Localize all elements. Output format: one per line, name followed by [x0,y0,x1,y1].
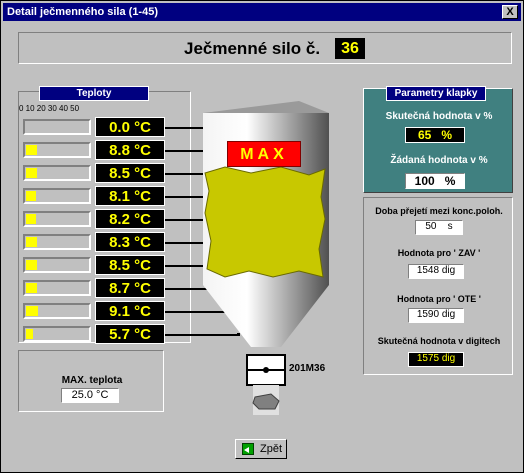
target-percent-field[interactable]: 100 % [405,173,465,189]
close-button[interactable]: X [502,5,518,19]
temperature-bar-fill [26,237,37,247]
detail-window: Detail ječmenného sila (1-45) X Ječmenné… [0,0,524,473]
back-arrow-icon [242,443,254,455]
window-title: Detail ječmenného sila (1-45) [7,6,158,18]
temperature-bar [23,142,91,158]
temperature-bar [23,280,91,296]
temperature-bar [23,234,91,250]
temperature-display: 8.8 °C [95,140,165,160]
title-bar: Detail ječmenného sila (1-45) X [3,3,521,21]
temperature-scale: 0 10 20 30 40 50 [19,104,80,113]
target-percent-unit: % [444,174,456,188]
silo-cone [203,285,329,347]
open-value-label: Hodnota pro ' OTE ' [397,294,481,304]
temperature-bar-fill [26,306,38,316]
header-panel: Ječmenné silo č. 36 [18,32,512,64]
target-percent-label: Žádaná hodnota v % [390,155,488,166]
temperature-bar [23,188,91,204]
temperature-bar [23,165,91,181]
temperature-display: 8.5 °C [95,163,165,183]
page-title: Ječmenné silo č. [184,39,321,58]
temperature-bar [23,211,91,227]
max-temperature-label: MAX. teplota [61,375,123,386]
max-temperature-panel: MAX. teplota 25.0 °C [18,350,164,412]
valve-parameters-panel: Skutečná hodnota v % 65 % Žádaná hodnota… [363,88,513,193]
actual-digits-display: 1575 dig [408,352,464,367]
transfer-time-value: 50 [425,221,437,232]
temperature-bar-fill [26,260,37,270]
temperature-display: 5.7 °C [95,324,165,344]
back-button[interactable]: Zpět [235,439,287,459]
max-level-indicator: MAX [227,141,301,167]
actual-percent-label: Skutečná hodnota v % [385,111,493,122]
temperature-bar-fill [26,283,38,293]
actual-percent-display: 65 % [405,127,465,143]
actual-percent-unit: % [441,128,453,142]
temperature-display: 8.5 °C [95,255,165,275]
temperature-display: 8.1 °C [95,186,165,206]
temperature-group-title: Teploty [39,86,149,101]
silo-roof [203,101,329,113]
valve-parameters-title: Parametry klapky [386,86,486,101]
transfer-time-unit: s [447,221,453,232]
temperature-display: 9.1 °C [95,301,165,321]
temperature-bar-fill [26,329,34,339]
temperature-bar [23,326,91,342]
timing-parameters-panel: Doba přejetí mezi konc.poloh. 50 s Hodno… [363,197,513,375]
transfer-time-label: Doba přejetí mezi konc.poloh. [375,206,503,216]
temperature-bar [23,303,91,319]
back-button-label: Zpět [260,443,283,455]
actual-digits-label: Skutečná hodnota v digitech [377,336,501,346]
temperature-bar [23,257,91,273]
temperature-display: 8.3 °C [95,232,165,252]
max-temperature-field[interactable]: 25.0 °C [61,388,119,403]
temperature-display: 0.0 °C [95,117,165,137]
silo-number-display: 36 [335,38,365,59]
temperature-bar-fill [26,145,38,155]
valve-label: 201M36 [289,363,326,374]
grain-fill [204,166,326,278]
temperature-bar-fill [26,214,37,224]
temperature-bar [23,119,91,135]
temperature-bar-fill [26,168,37,178]
target-percent-value: 100 [414,174,435,188]
transfer-time-field[interactable]: 50 s [415,220,463,235]
actual-percent-value: 65 [417,128,432,142]
open-value-field[interactable]: 1590 dig [408,308,464,323]
silo-outlet [253,347,279,355]
temperature-display: 8.2 °C [95,209,165,229]
close-value-field[interactable]: 1548 dig [408,264,464,279]
temperature-bar-fill [26,191,37,201]
temperature-display: 8.7 °C [95,278,165,298]
close-value-label: Hodnota pro ' ZAV ' [397,248,481,258]
